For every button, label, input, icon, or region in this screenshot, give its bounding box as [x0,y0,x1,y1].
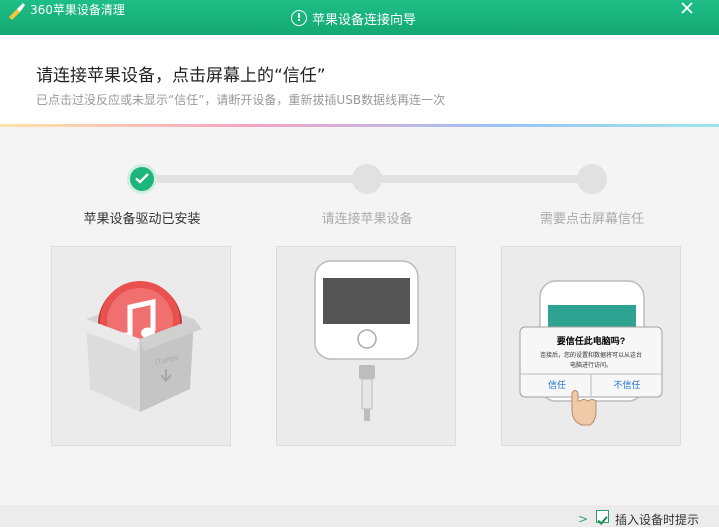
checkmark-icon [597,516,608,525]
check-icon [135,173,149,184]
trust-device-card: 要信任此电脑吗? 连接后，您的设置和数据将可以从这台 电脑进行访问。 信任 不信… [501,246,681,446]
step-3-indicator [577,164,607,194]
trust-dialog-body-1: 连接后，您的设置和数据将可以从这台 [540,351,642,359]
step-3-label: 需要点击屏幕信任 [539,212,644,227]
footer-bar: > 插入设备时提示 [0,505,719,527]
close-icon[interactable] [680,1,694,15]
wizard-title-text: 苹果设备连接向导 [312,12,417,28]
page-headline: 请连接苹果设备，点击屏幕上的“信任” [36,66,326,86]
trust-dialog-illustration: 要信任此电脑吗? 连接后，您的设置和数据将可以从这台 电脑进行访问。 信任 不信… [519,280,663,426]
page-subline: 已点击过没反应或未显示“信任”，请断开设备，重新拔插USB数据线再连一次 [36,93,446,107]
chevron-right-icon: > [578,512,589,526]
alert-circle-icon: ! [291,10,307,26]
step-2-label: 请连接苹果设备 [321,212,413,227]
window-title: 360苹果设备清理 [30,3,125,17]
step-2-indicator [352,164,382,194]
trust-button: 信任 [548,379,566,390]
wizard-title: ! 苹果设备连接向导 [291,9,417,28]
broom-icon [9,3,25,20]
phone-cable-illustration [314,260,419,421]
trust-dialog-title: 要信任此电脑吗? [557,335,626,346]
insert-prompt-checkbox[interactable] [596,510,609,525]
title-bar: 360苹果设备清理 ! 苹果设备连接向导 [0,0,719,35]
itunes-box-illustration: iTunes [78,281,202,412]
connect-device-card [276,246,456,446]
insert-prompt-label[interactable]: 插入设备时提示 [615,511,699,528]
step-1-label: 苹果设备驱动已安装 [83,212,201,227]
step-1-done-indicator [127,164,157,194]
dont-trust-button: 不信任 [613,379,640,390]
itunes-driver-card: iTunes [51,246,231,446]
trust-dialog-body-2: 电脑进行访问。 [570,361,612,369]
